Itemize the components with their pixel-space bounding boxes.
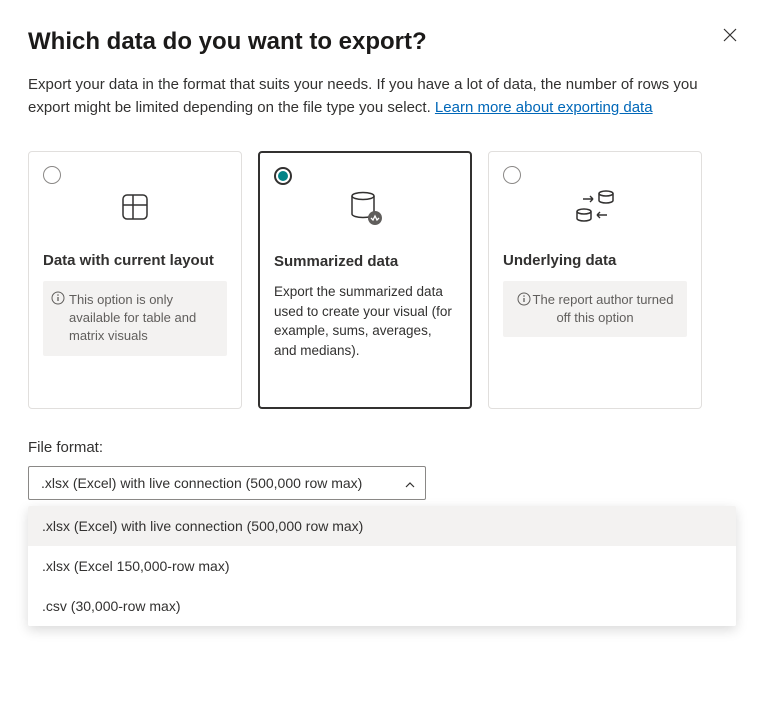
export-option-cards: Data with current layout This option is … xyxy=(28,151,739,409)
learn-more-link[interactable]: Learn more about exporting data xyxy=(435,99,653,116)
note-text: This option is only available for table … xyxy=(69,292,196,343)
table-layout-icon xyxy=(43,172,227,242)
card-title: Summarized data xyxy=(274,253,456,270)
file-format-dropdown[interactable]: .xlsx (Excel) with live connection (500,… xyxy=(28,466,426,500)
database-activity-icon xyxy=(274,173,456,243)
dialog-description: Export your data in the format that suit… xyxy=(28,74,728,119)
radio-current-layout[interactable] xyxy=(43,166,61,184)
card-description: Export the summarized data used to creat… xyxy=(274,282,456,360)
option-csv-30k[interactable]: .csv (30,000-row max) xyxy=(28,586,736,626)
option-xlsx-live[interactable]: .xlsx (Excel) with live connection (500,… xyxy=(28,506,736,546)
card-note: This option is only available for table … xyxy=(43,281,227,356)
info-icon xyxy=(51,291,65,305)
file-format-label: File format: xyxy=(28,439,739,456)
option-xlsx-150k[interactable]: .xlsx (Excel 150,000-row max) xyxy=(28,546,736,586)
card-note: The report author turned off this option xyxy=(503,281,687,337)
note-text: The report author turned off this option xyxy=(533,292,674,325)
card-title: Data with current layout xyxy=(43,252,227,269)
radio-underlying[interactable] xyxy=(503,166,521,184)
card-data-with-current-layout[interactable]: Data with current layout This option is … xyxy=(28,151,242,409)
file-format-options: .xlsx (Excel) with live connection (500,… xyxy=(28,506,736,626)
dropdown-selected-text: .xlsx (Excel) with live connection (500,… xyxy=(41,475,362,491)
card-summarized-data[interactable]: Summarized data Export the summarized da… xyxy=(258,151,472,409)
chevron-up-icon xyxy=(405,475,415,491)
card-underlying-data[interactable]: Underlying data The report author turned… xyxy=(488,151,702,409)
radio-summarized[interactable] xyxy=(274,167,292,185)
dialog-title: Which data do you want to export? xyxy=(28,28,739,56)
database-swap-icon xyxy=(503,172,687,242)
card-title: Underlying data xyxy=(503,252,687,269)
info-icon xyxy=(517,292,531,306)
close-icon[interactable] xyxy=(723,26,737,47)
